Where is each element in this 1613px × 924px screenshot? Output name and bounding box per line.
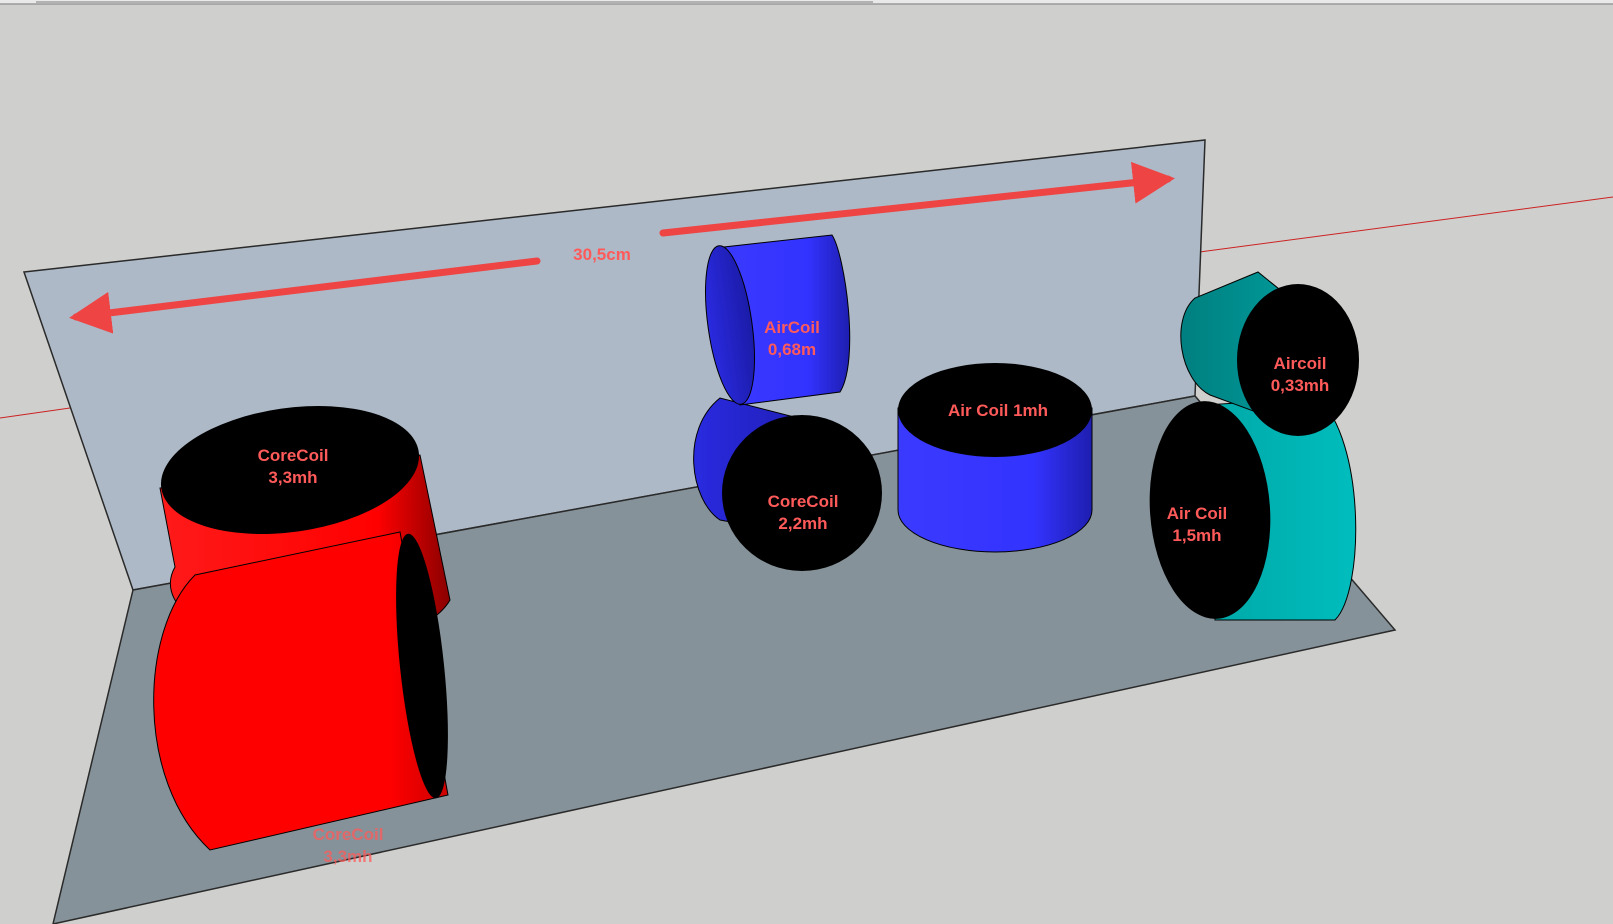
corecoil-front-label-1: CoreCoil xyxy=(313,825,384,844)
corecoil-22-label-1: CoreCoil xyxy=(768,492,839,511)
red-axis-line-left xyxy=(0,407,71,419)
aircoil-15-label-2: 1,5mh xyxy=(1172,526,1221,545)
aircoil-15-label-1: Air Coil xyxy=(1167,504,1227,523)
aircoil-033-label-2: 0,33mh xyxy=(1271,376,1330,395)
dimension-label: 30,5cm xyxy=(573,245,631,264)
aircoil-068-label-1: AirCoil xyxy=(764,318,820,337)
aircoil-068-label-2: 0,68m xyxy=(768,340,816,359)
aircoil-1mh-cylinder: Air Coil 1mh xyxy=(897,363,1093,553)
corecoil-front-label-2: 3,3mh xyxy=(323,847,372,866)
3d-scene: 30,5cm CoreCoil 3,3mh CoreCoil 3,3mh Cor… xyxy=(0,0,1613,924)
corecoil-back-label-2: 3,3mh xyxy=(268,468,317,487)
aircoil-15-cylinder: Air Coil 1,5mh xyxy=(1149,397,1357,621)
aircoil-033-label-1: Aircoil xyxy=(1274,354,1327,373)
corecoil-back-label-1: CoreCoil xyxy=(258,446,329,465)
red-axis-line-right xyxy=(1191,196,1613,254)
aircoil-1mh-label: Air Coil 1mh xyxy=(948,401,1048,420)
corecoil-22-label-2: 2,2mh xyxy=(778,514,827,533)
